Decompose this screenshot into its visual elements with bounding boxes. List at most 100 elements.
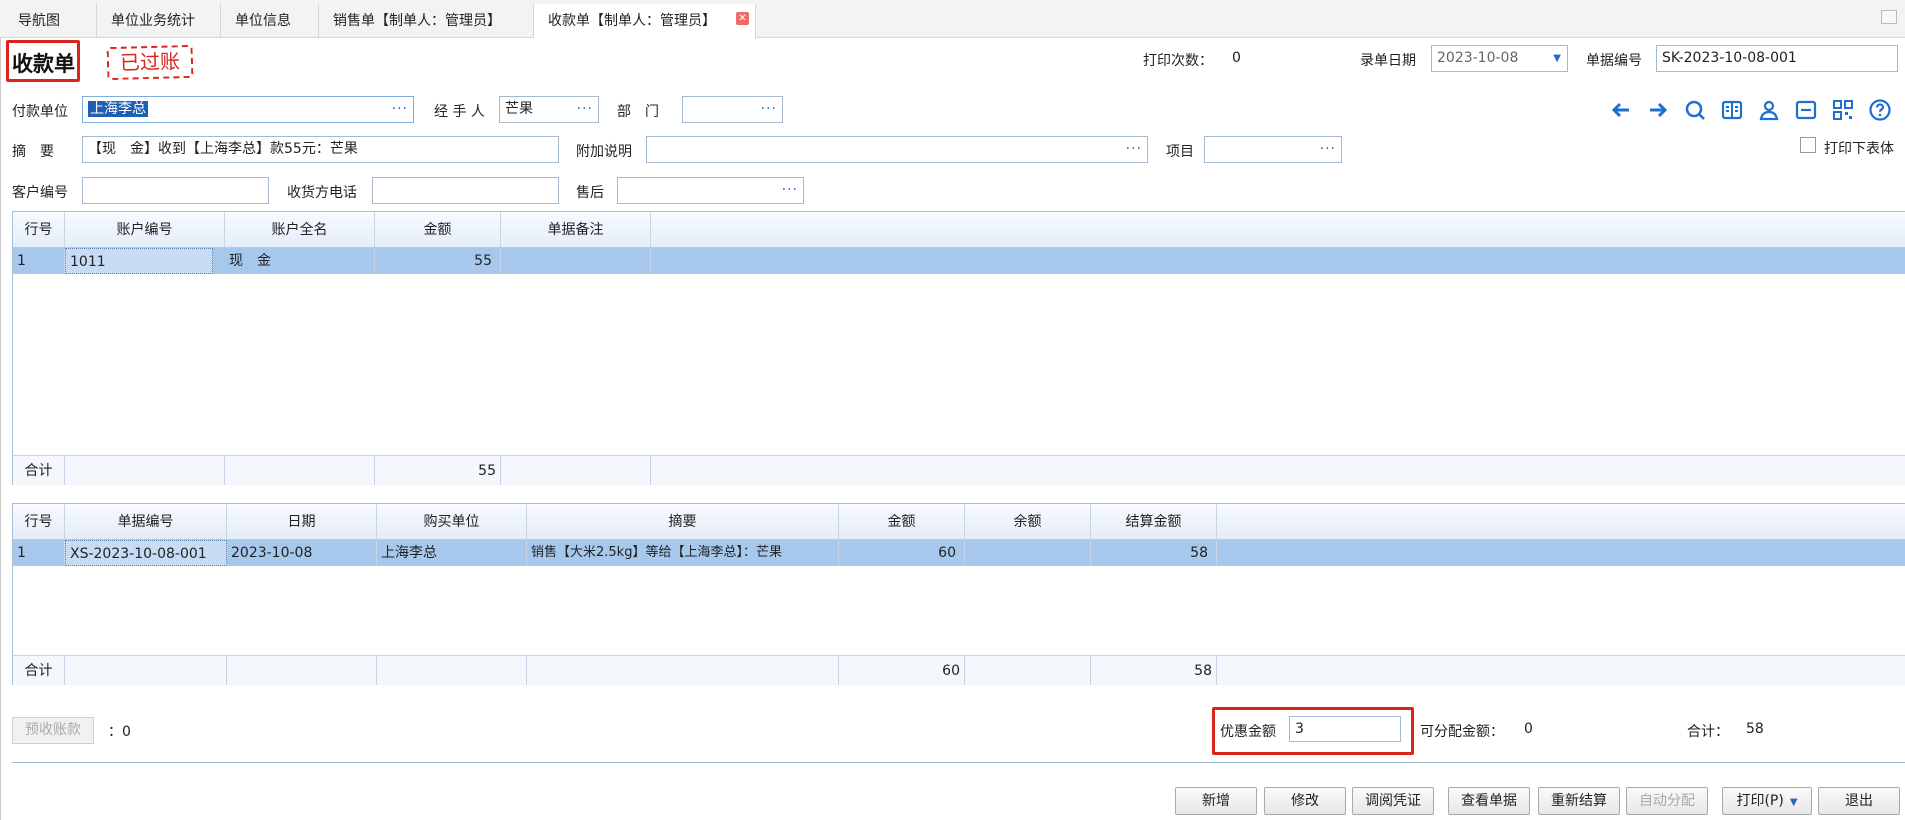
tab-label: 单位业务统计: [111, 13, 195, 29]
chevron-down-icon[interactable]: ▼: [1790, 797, 1798, 808]
extra-note-field[interactable]: ···: [646, 136, 1148, 163]
help-icon[interactable]: [1868, 98, 1892, 122]
col-header[interactable]: 单据备注: [501, 212, 651, 247]
col-header[interactable]: 账户编号: [65, 212, 225, 247]
exit-button[interactable]: 退出: [1818, 787, 1900, 815]
col-header[interactable]: 金额: [839, 504, 965, 539]
search-icon[interactable]: [1683, 98, 1707, 122]
col-header[interactable]: 行号: [13, 212, 65, 247]
more-icon[interactable]: ···: [1126, 137, 1142, 162]
project-label: 项目: [1166, 144, 1194, 160]
note-cell[interactable]: [501, 248, 651, 274]
handler-value: 芒果: [505, 101, 533, 117]
phone-field[interactable]: [372, 177, 559, 204]
more-icon[interactable]: ···: [577, 97, 593, 122]
discount-value: 3: [1295, 721, 1304, 737]
payer-value: 上海李总: [88, 101, 148, 117]
total-empty-cell: [527, 656, 839, 685]
discount-input[interactable]: 3: [1289, 716, 1401, 742]
tab-label: 销售单【制单人：管理员】: [333, 13, 501, 29]
tab-nav-map[interactable]: 导航图: [4, 4, 97, 38]
col-header[interactable]: 余额: [965, 504, 1091, 539]
view-voucher-button[interactable]: 调阅凭证: [1352, 787, 1434, 815]
arrow-right-icon[interactable]: [1646, 98, 1670, 122]
customer-no-label: 客户编号: [12, 185, 68, 201]
tab-unit-stats[interactable]: 单位业务统计: [97, 4, 221, 38]
doc-no-value: SK-2023-10-08-001: [1662, 50, 1797, 66]
sum-value: 58: [1746, 721, 1764, 737]
print-table-checkbox[interactable]: [1800, 137, 1816, 153]
bills-grid: 行号 单据编号 日期 购买单位 摘要 金额 余额 结算金额 1 XS-2023-…: [12, 503, 1905, 685]
row-no-cell: 1: [13, 248, 65, 274]
resettle-button[interactable]: 重新结算: [1538, 787, 1620, 815]
settle-amount-cell[interactable]: 58: [1091, 540, 1217, 566]
table-row[interactable]: 1 1011 现 金 55: [13, 248, 1905, 274]
more-icon[interactable]: ···: [1320, 137, 1336, 162]
buyer-cell[interactable]: 上海李总: [377, 540, 527, 566]
summary-cell[interactable]: 销售【大米2.5kg】等给【上海李总】：芒果: [527, 540, 839, 566]
tab-bar: 导航图 单位业务统计 单位信息 销售单【制单人：管理员】 收款单【制单人：管理员…: [0, 0, 1905, 39]
dept-field[interactable]: ···: [682, 96, 783, 123]
account-name-cell[interactable]: 现 金: [225, 248, 375, 274]
col-header[interactable]: 日期: [227, 504, 377, 539]
tab-receipt[interactable]: 收款单【制单人：管理员】: [534, 4, 756, 39]
col-header[interactable]: 金额: [375, 212, 501, 247]
posted-stamp: 已过账: [106, 44, 194, 81]
new-button[interactable]: 新增: [1175, 787, 1257, 815]
col-header[interactable]: 购买单位: [377, 504, 527, 539]
print-button[interactable]: 打印(P) ▼: [1722, 787, 1812, 815]
col-header[interactable]: 账户全名: [225, 212, 375, 247]
balance-cell[interactable]: [965, 540, 1091, 566]
more-icon[interactable]: ···: [761, 97, 777, 122]
tab-label: 导航图: [18, 13, 60, 29]
extra-note-label: 附加说明: [576, 144, 632, 160]
book-icon[interactable]: [1720, 98, 1744, 122]
restore-window-icon[interactable]: [1881, 10, 1897, 24]
aftersale-field[interactable]: ···: [617, 177, 804, 204]
total-empty-cell: [501, 456, 651, 485]
doc-no-cell[interactable]: XS-2023-10-08-001: [65, 540, 227, 566]
view-document-button[interactable]: 查看单据: [1448, 787, 1530, 815]
print-count-value: 0: [1232, 50, 1241, 66]
entry-date-label: 录单日期: [1360, 53, 1416, 69]
accounts-total-row: 合计 55: [13, 455, 1905, 485]
allocatable-label: 可分配金额：: [1420, 724, 1504, 740]
project-field[interactable]: ···: [1204, 136, 1342, 163]
payer-field[interactable]: 上海李总 ···: [82, 96, 414, 123]
total-amount-cell: 55: [375, 456, 501, 485]
summary-field[interactable]: 【现 金】收到【上海李总】款55元：芒果: [82, 136, 559, 163]
more-icon[interactable]: ···: [782, 178, 798, 203]
allocatable-value: 0: [1524, 721, 1533, 737]
amount-cell[interactable]: 60: [839, 540, 965, 566]
chevron-down-icon[interactable]: ▼: [1553, 46, 1561, 71]
close-icon[interactable]: ✕: [736, 12, 749, 25]
entry-date-picker[interactable]: 2023-10-08 ▼: [1431, 45, 1568, 72]
customer-no-field[interactable]: [82, 177, 269, 204]
total-empty-cell: [225, 456, 375, 485]
auto-allocate-button[interactable]: 自动分配: [1626, 787, 1708, 815]
date-cell[interactable]: 2023-10-08: [227, 540, 377, 566]
total-label: 合计: [13, 456, 65, 485]
col-header[interactable]: 行号: [13, 504, 65, 539]
bills-grid-header: 行号 单据编号 日期 购买单位 摘要 金额 余额 结算金额: [13, 504, 1905, 540]
total-empty-cell: [377, 656, 527, 685]
account-code-cell[interactable]: 1011: [65, 248, 213, 274]
edit-button[interactable]: 修改: [1264, 787, 1346, 815]
table-row[interactable]: 1 XS-2023-10-08-001 2023-10-08 上海李总 销售【大…: [13, 540, 1905, 566]
divider: [12, 762, 1905, 763]
handler-field[interactable]: 芒果 ···: [499, 96, 599, 123]
doc-no-field[interactable]: SK-2023-10-08-001: [1656, 45, 1898, 72]
qrcode-icon[interactable]: [1831, 98, 1855, 122]
tab-unit-info[interactable]: 单位信息: [221, 4, 319, 38]
col-header[interactable]: 结算金额: [1091, 504, 1217, 539]
sum-label: 合计：: [1687, 724, 1729, 740]
more-icon[interactable]: ···: [392, 97, 408, 122]
col-header[interactable]: 摘要: [527, 504, 839, 539]
user-icon[interactable]: [1757, 98, 1781, 122]
folder-icon[interactable]: [1794, 98, 1818, 122]
prepaid-button[interactable]: 预收账款: [12, 717, 94, 744]
tab-sales-order[interactable]: 销售单【制单人：管理员】: [319, 4, 534, 38]
col-header[interactable]: 单据编号: [65, 504, 227, 539]
amount-cell[interactable]: 55: [375, 248, 501, 274]
arrow-left-icon[interactable]: [1609, 98, 1633, 122]
